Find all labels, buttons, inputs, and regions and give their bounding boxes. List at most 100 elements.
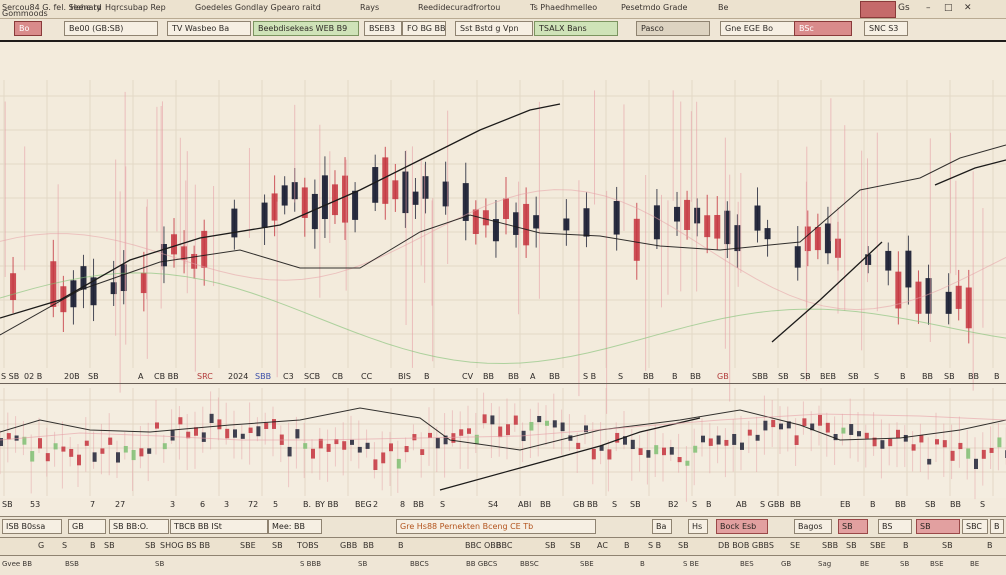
sub-bar [888, 438, 893, 447]
candle-body [653, 205, 660, 240]
candle-body [392, 180, 399, 200]
status-label[interactable]: B [398, 541, 404, 550]
bottom-field[interactable]: Ba [652, 519, 672, 534]
axis-tick-label: B [706, 500, 712, 509]
axis-tick-label: CB BB [154, 372, 179, 381]
status-label[interactable]: SBB [822, 541, 838, 550]
sub-bar [131, 449, 136, 461]
main-time-axis: S SB 02 B 20B SB A CB BB SRC 2024 SBB C3 SCB CB CC BI… [0, 372, 1006, 384]
sub-bar [420, 449, 425, 455]
status-label[interactable]: B [624, 541, 630, 550]
status-label[interactable]: SB [678, 541, 689, 550]
status-label[interactable]: SBE [580, 560, 594, 568]
status-label[interactable]: SBE [240, 541, 256, 550]
status-label[interactable]: SB [155, 560, 164, 568]
candle-body [422, 176, 429, 199]
bottom-field[interactable]: Gre Hs88 Pernekten Bceng CE Tb [396, 519, 596, 534]
status-label[interactable]: S [62, 541, 67, 550]
sub-bar [350, 439, 354, 445]
sub-bar [490, 415, 495, 425]
axis-tick-label: S [980, 500, 986, 509]
status-label[interactable]: B [90, 541, 96, 550]
status-label[interactable]: TOBS [297, 541, 319, 550]
axis-tick-label: 5 [273, 500, 279, 509]
axis-tick-label: CB [332, 372, 344, 381]
bottom-field[interactable]: BS [878, 519, 912, 534]
status-label[interactable]: SB [272, 541, 283, 550]
candle-body [140, 272, 147, 294]
bottom-field[interactable]: Bagos [794, 519, 832, 534]
status-label[interactable]: GBB [340, 541, 357, 550]
bottom-field[interactable]: SBC [962, 519, 988, 534]
sub-bar [950, 450, 955, 461]
status-label[interactable]: SBE [870, 541, 886, 550]
status-label[interactable]: S BBB [300, 560, 321, 568]
status-label[interactable]: S B [648, 541, 661, 550]
status-label[interactable]: BES [740, 560, 754, 568]
status-label[interactable]: BBC [496, 541, 512, 550]
bottom-field[interactable]: GB [68, 519, 106, 534]
price-chart[interactable] [0, 0, 1006, 575]
bottom-field[interactable]: Hs [688, 519, 708, 534]
status-label[interactable]: SHOG BS BB [160, 541, 210, 550]
status-label[interactable]: B [987, 541, 993, 550]
status-label[interactable]: SB [846, 541, 857, 550]
bottom-field[interactable]: SB [916, 519, 960, 534]
sub-bar [560, 422, 565, 432]
status-label[interactable]: SB [942, 541, 953, 550]
bottom-field[interactable]: Mee: BB [268, 519, 322, 534]
status-label[interactable]: SB [545, 541, 556, 550]
status-label[interactable]: SB [900, 560, 909, 568]
bottom-field[interactable]: TBCB BB ISt [170, 519, 268, 534]
candle-body [372, 167, 379, 203]
axis-tick-label: BB [895, 500, 906, 509]
status-label[interactable]: SB [145, 541, 156, 550]
bottom-field[interactable]: SB BB:O. [109, 519, 169, 534]
axis-tick-label: SB [944, 372, 955, 381]
sub-bar [919, 435, 924, 443]
candle-body [794, 246, 801, 268]
sub-bar [763, 420, 768, 431]
sub-bar [942, 440, 947, 448]
status-label[interactable]: BSE [930, 560, 944, 568]
bottom-field[interactable]: Bock Esb [716, 519, 768, 534]
status-label[interactable]: Sag [818, 560, 831, 568]
candle-body [171, 234, 178, 255]
status-label[interactable]: SE [790, 541, 800, 550]
status-label[interactable]: SB [358, 560, 367, 568]
status-label[interactable]: BB [363, 541, 374, 550]
status-label[interactable]: B [640, 560, 645, 568]
sub-bar [716, 435, 721, 445]
status-label[interactable]: BE [860, 560, 869, 568]
sub-bar [841, 427, 846, 434]
status-label[interactable]: BBSC [520, 560, 539, 568]
status-label[interactable]: G [38, 541, 44, 550]
status-label[interactable]: SB [104, 541, 115, 550]
candle-body [352, 190, 359, 220]
bottom-field[interactable]: ISB B0ssa [2, 519, 62, 534]
bottom-field[interactable]: B [990, 519, 1004, 534]
candle-body [704, 215, 711, 238]
sub-bar [654, 445, 659, 455]
status-label[interactable]: BSB [65, 560, 79, 568]
axis-tick-label: BEB [820, 372, 837, 381]
axis-tick-label: 3 [224, 500, 230, 509]
sub-bar [997, 437, 1002, 448]
status-label[interactable]: AC [597, 541, 608, 550]
status-label[interactable]: GB [781, 560, 791, 568]
axis-tick-label: S GBB [760, 500, 785, 509]
status-label[interactable]: B [903, 541, 909, 550]
axis-tick-label: ABI [518, 500, 532, 509]
candle-body [412, 191, 419, 205]
sub-bar [256, 426, 261, 437]
bottom-field[interactable]: SB [838, 519, 868, 534]
status-label[interactable]: SB [570, 541, 581, 550]
status-label[interactable]: BE [970, 560, 979, 568]
axis-tick-label: S4 [488, 500, 499, 509]
status-label[interactable]: DB BOB GBBS [718, 541, 774, 550]
trading-app-window: – □ ✕ Gs Sercou84 G. fel. Seenaty Gommood… [0, 0, 1006, 575]
status-label[interactable]: BB GBCS [466, 560, 497, 568]
status-label[interactable]: BBCS [410, 560, 429, 568]
status-label[interactable]: S BE [683, 560, 699, 568]
status-label[interactable]: Gvee BB [2, 560, 32, 568]
